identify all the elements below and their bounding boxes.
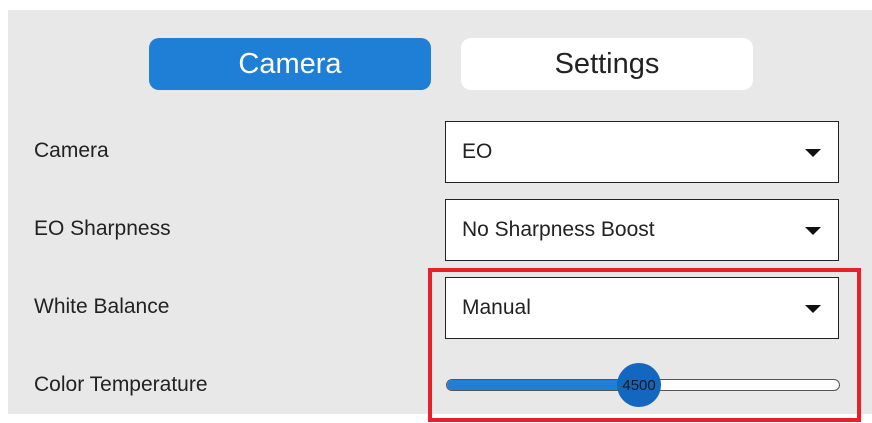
tab-camera[interactable]: Camera (149, 38, 431, 90)
caret-down-icon (805, 305, 821, 313)
tab-settings[interactable]: Settings (461, 38, 753, 90)
white-balance-select[interactable]: Manual (445, 277, 839, 339)
slider-fill (447, 380, 641, 390)
color-temperature-label: Color Temperature (34, 373, 208, 396)
white-balance-select-value: Manual (462, 296, 531, 319)
caret-down-icon (805, 227, 821, 235)
camera-select[interactable]: EO (445, 121, 839, 183)
eo-sharpness-select-value: No Sharpness Boost (462, 218, 655, 241)
white-balance-label: White Balance (34, 295, 170, 318)
camera-label: Camera (34, 139, 109, 162)
caret-down-icon (805, 149, 821, 157)
slider-thumb-value: 4500 (622, 376, 656, 394)
eo-sharpness-label: EO Sharpness (34, 217, 171, 240)
tab-settings-label: Settings (554, 47, 660, 80)
eo-sharpness-select[interactable]: No Sharpness Boost (445, 199, 839, 261)
slider-thumb[interactable]: 4500 (617, 363, 662, 407)
camera-select-value: EO (462, 140, 493, 163)
tab-camera-label: Camera (238, 47, 342, 80)
